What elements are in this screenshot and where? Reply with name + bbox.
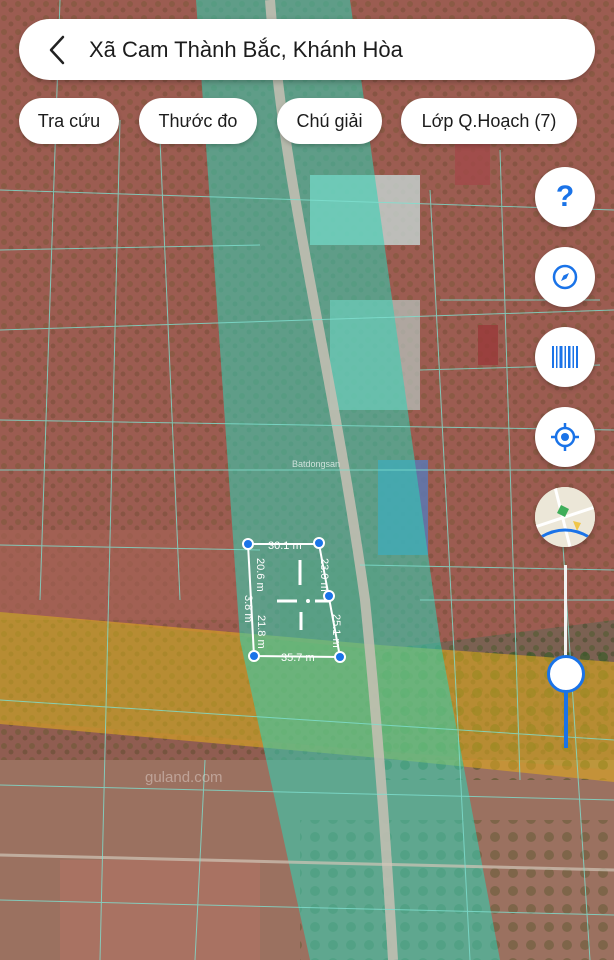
location-title: Xã Cam Thành Bắc, Khánh Hòa xyxy=(89,36,403,62)
measure-label-right-upper: 23.0 m xyxy=(318,558,330,592)
help-button[interactable]: ? xyxy=(535,167,595,227)
chip-planning-layers[interactable]: Lớp Q.Hoạch (7) xyxy=(401,98,577,144)
barcode-icon xyxy=(552,346,578,368)
measure-label-right-lower: 25.1 m xyxy=(330,614,342,648)
measure-label-bottom: 35.7 m xyxy=(281,652,315,664)
satellite-map[interactable]: 30.1 m 35.7 m 20.6 m 3.8 m 21.8 m 23.0 m… xyxy=(0,0,614,960)
zoom-slider-handle[interactable] xyxy=(547,655,585,693)
measure-label-top: 30.1 m xyxy=(268,540,302,552)
minimap-thumbnail-icon xyxy=(535,487,595,547)
barcode-button[interactable] xyxy=(535,327,595,387)
location-search-bar[interactable]: Xã Cam Thành Bắc, Khánh Hòa xyxy=(19,19,595,80)
map-toolbar: Tra cứu Thước đo Chú giải Lớp Q.Hoạch (7… xyxy=(0,98,614,144)
map-style-toggle[interactable] xyxy=(535,487,595,547)
chip-lookup[interactable]: Tra cứu xyxy=(19,98,119,144)
chip-measure[interactable]: Thước đo xyxy=(139,98,257,144)
help-icon: ? xyxy=(555,180,575,213)
chip-legend[interactable]: Chú giải xyxy=(277,98,382,144)
watermark-bottom: guland.com xyxy=(145,769,223,786)
zoom-slider-fill xyxy=(564,686,568,748)
measure-label-left-upper: 20.6 m xyxy=(254,558,266,592)
compass-button[interactable] xyxy=(535,247,595,307)
compass-icon xyxy=(552,264,578,290)
watermark-center: Batdongsan xyxy=(292,459,340,469)
measure-label-left-mid: 21.8 m xyxy=(255,615,267,649)
chevron-left-icon xyxy=(49,35,65,64)
location-target-icon xyxy=(551,423,579,451)
my-location-button[interactable] xyxy=(535,407,595,467)
measure-label-left-lower: 3.8 m xyxy=(242,595,254,623)
back-button[interactable] xyxy=(29,19,85,80)
